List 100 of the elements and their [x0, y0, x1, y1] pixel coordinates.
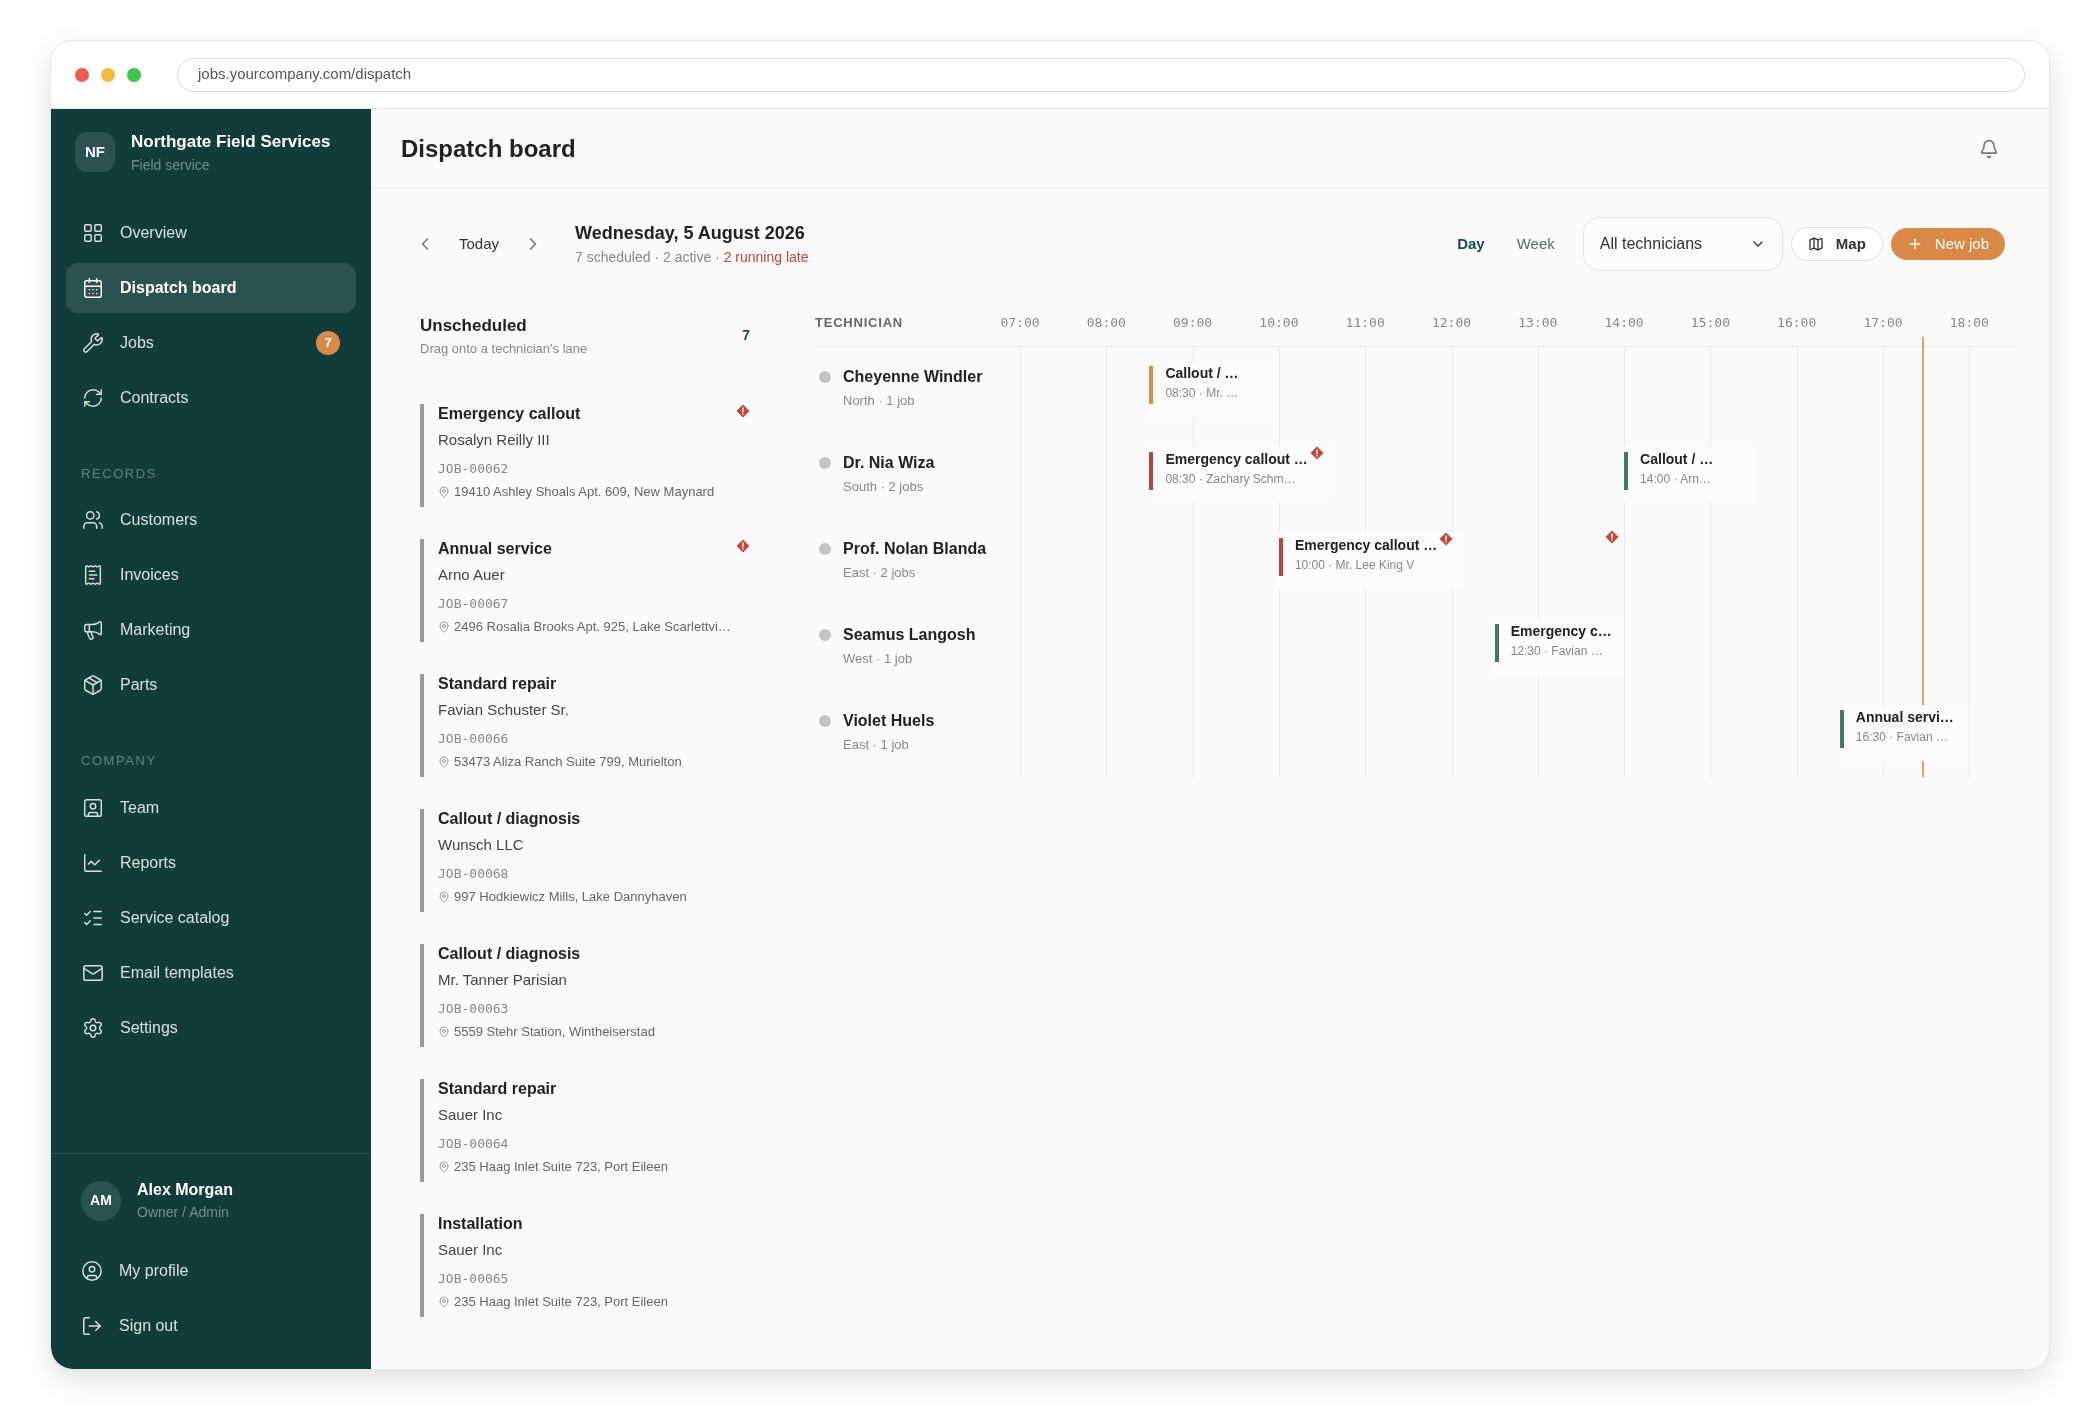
- hour-label: 07:00: [1000, 314, 1040, 332]
- hour-label: 08:00: [1086, 314, 1126, 332]
- job-title: Emergency callout: [438, 404, 581, 424]
- job-id: JOB-00066: [438, 729, 510, 748]
- job-title: Callout / diagnosis: [438, 944, 581, 964]
- job-address: 235 Haag Inlet Suite 723, Port Eileen: [454, 1158, 668, 1176]
- job-address: 2496 Rosalia Brooks Apt. 925, Lake Scarlettvi…: [454, 618, 731, 636]
- job-card[interactable]: Emergency callout Rosalyn Reilly III JOB-00062 19410 Ashley Shoals Apt. 609, New Maynard: [420, 404, 750, 507]
- users-icon: [82, 509, 104, 531]
- alert-icon: [1439, 532, 1454, 546]
- job-card[interactable]: Callout / diagnosis Wunsch LLC JOB-00068 997 Hodkiewicz Mills, Lake Dannyhaven: [420, 809, 750, 912]
- hour-label: 14:00: [1604, 314, 1644, 332]
- block-subtitle: 08:30 · Mr. …: [1165, 385, 1239, 402]
- technician-name: Dr. Nia Wiza: [843, 453, 935, 473]
- technician-name: Seamus Langosh: [843, 625, 976, 645]
- nav-item[interactable]: Dispatch board: [66, 262, 356, 313]
- pin-icon: [438, 485, 450, 498]
- section-heading: COMPANY: [80, 752, 158, 770]
- hour-label: 17:00: [1863, 314, 1903, 332]
- hour-label: 10:00: [1259, 314, 1299, 332]
- job-id: JOB-00065: [438, 1269, 510, 1288]
- block-title: Emergency callout …: [1165, 450, 1308, 469]
- block-subtitle: 14:00 · Arn…: [1640, 471, 1712, 488]
- hour-label: 13:00: [1518, 314, 1558, 332]
- unscheduled-title: Unscheduled: [420, 315, 528, 337]
- brand-name: Northgate Field Services: [131, 131, 331, 153]
- pin-icon: [438, 755, 450, 768]
- job-id: JOB-00067: [438, 594, 510, 613]
- job-title: Standard repair: [438, 1079, 557, 1099]
- nav-item[interactable]: Settings: [66, 1002, 356, 1053]
- nav-item[interactable]: My profile: [81, 1243, 341, 1298]
- refresh-icon: [82, 386, 104, 409]
- block-title: Callout / …: [1640, 450, 1714, 469]
- job-address: 997 Hodkiewicz Mills, Lake Dannyhaven: [454, 888, 687, 906]
- job-id: JOB-00063: [438, 999, 510, 1018]
- settings-icon: [82, 1016, 104, 1039]
- alert-icon: [736, 539, 750, 553]
- job-customer: Sauer Inc: [438, 1240, 504, 1260]
- block-subtitle: 16:30 · Favian …: [1855, 729, 1949, 746]
- nav-item[interactable]: Sign out: [81, 1298, 341, 1353]
- block-title: Emergency callout …: [1294, 536, 1438, 555]
- block-title: Callout / …: [1165, 364, 1239, 383]
- wrench-icon: [82, 331, 104, 354]
- job-customer: Favian Schuster Sr.: [438, 700, 570, 720]
- nav-item[interactable]: Reports: [66, 837, 356, 888]
- job-id: JOB-00062: [438, 459, 510, 478]
- alert-icon: [1309, 446, 1324, 460]
- nav-item[interactable]: Marketing: [66, 605, 356, 655]
- hour-label: 15:00: [1690, 314, 1730, 332]
- technician-meta: West · 1 job: [843, 650, 914, 668]
- line-chart-icon: [82, 851, 104, 874]
- user-avatar: AM: [81, 1180, 121, 1221]
- calendar-icon: [82, 276, 104, 299]
- receipt-icon: [82, 564, 104, 586]
- nav-item[interactable]: Customers: [66, 495, 356, 545]
- notification-bell-icon[interactable]: [1979, 138, 1999, 159]
- job-address: 5559 Stehr Station, Wintheiserstad: [454, 1023, 655, 1041]
- count-badge: 7: [316, 330, 340, 355]
- alert-icon: [1605, 530, 1620, 544]
- job-address: 235 Haag Inlet Suite 723, Port Eileen: [454, 1293, 668, 1311]
- view-tab[interactable]: Week: [1500, 232, 1571, 256]
- megaphone-icon: [82, 619, 104, 641]
- technician-meta: East · 2 jobs: [843, 564, 917, 582]
- page-title: Dispatch board: [401, 133, 576, 164]
- user-role: Owner / Admin: [137, 1203, 230, 1222]
- job-title: Installation: [438, 1214, 523, 1234]
- nav-item[interactable]: Overview: [66, 207, 356, 258]
- technician-name: Prof. Nolan Blanda: [843, 539, 987, 559]
- nav-item[interactable]: Contracts: [66, 372, 356, 423]
- nav-item[interactable]: Team: [66, 782, 356, 833]
- nav-item[interactable]: Service catalog: [66, 892, 356, 943]
- job-address: 19410 Ashley Shoals Apt. 609, New Maynard: [454, 483, 715, 501]
- job-title: Annual service: [438, 539, 552, 559]
- job-card[interactable]: Standard repair Sauer Inc JOB-00064 235 Haag Inlet Suite 723, Port Eileen: [420, 1079, 750, 1182]
- pin-icon: [438, 1025, 450, 1038]
- job-card[interactable]: Callout / diagnosis Mr. Tanner Parisian JOB-00063 5559 Stehr Station, Wintheiserstad: [420, 944, 750, 1047]
- map-button[interactable]: Map: [1790, 227, 1883, 261]
- technician-meta: East · 1 job: [843, 736, 910, 754]
- job-title: Standard repair: [438, 674, 557, 694]
- block-title: Emergency c…: [1510, 622, 1612, 641]
- today-button[interactable]: Today: [435, 232, 524, 256]
- pin-icon: [438, 1160, 450, 1173]
- technician-filter[interactable]: All technicians: [1582, 217, 1783, 271]
- nav-item[interactable]: Email templates: [66, 947, 356, 998]
- technician-name: Violet Huels: [843, 711, 935, 731]
- brand-subtitle: Field service: [131, 155, 211, 175]
- user-name: Alex Morgan: [137, 1180, 233, 1200]
- hour-label: 09:00: [1173, 314, 1213, 332]
- block-subtitle: 10:00 · Mr. Lee King V: [1294, 557, 1416, 574]
- hour-label: 16:00: [1777, 314, 1817, 332]
- job-card[interactable]: Annual service Arno Auer JOB-00067 2496 Rosalia Brooks Apt. 925, Lake Scarlettvi…: [420, 539, 750, 642]
- brand-avatar: NF: [75, 132, 115, 173]
- job-card[interactable]: Installation Sauer Inc JOB-00065 235 Haag Inlet Suite 723, Port Eileen: [420, 1214, 750, 1317]
- nav-item[interactable]: Parts: [66, 660, 356, 710]
- job-card[interactable]: Standard repair Favian Schuster Sr. JOB-00066 53473 Aliza Ranch Suite 799, Murielton: [420, 674, 750, 777]
- nav-item[interactable]: Invoices: [66, 550, 356, 600]
- technician-meta: South · 2 jobs: [843, 478, 925, 496]
- nav-item[interactable]: Jobs 7: [66, 317, 356, 368]
- pin-icon: [438, 620, 450, 633]
- view-tab[interactable]: Day: [1441, 232, 1501, 256]
